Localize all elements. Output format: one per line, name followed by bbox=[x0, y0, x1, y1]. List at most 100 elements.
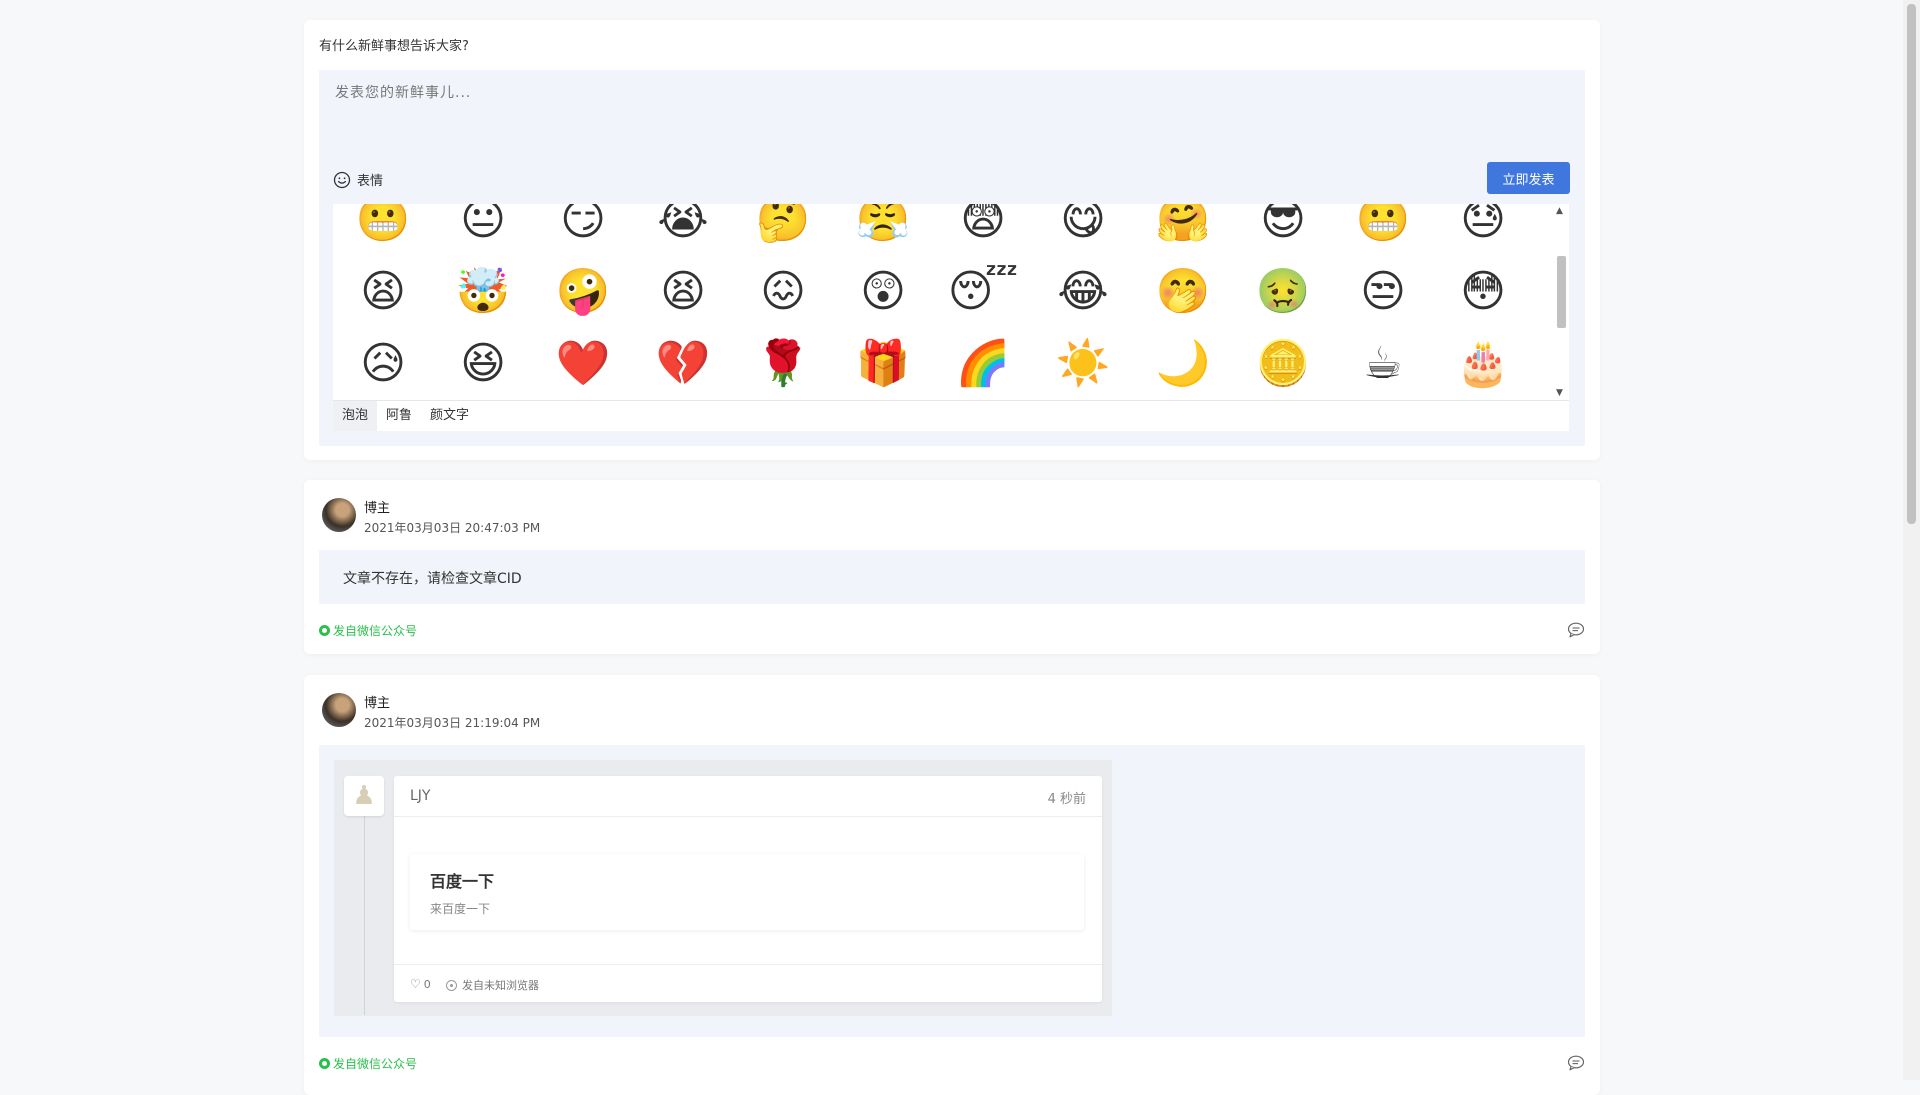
emoji-item[interactable]: 🤢 bbox=[1233, 256, 1333, 328]
emoji-glyph: 🌙 bbox=[1155, 338, 1211, 389]
emoji-item[interactable]: 🌈 bbox=[933, 328, 1033, 400]
emoji-item[interactable]: 🤗 bbox=[1133, 204, 1233, 256]
quote-avatar[interactable]: ♟ bbox=[344, 776, 384, 816]
emoji-glyph: 😫 bbox=[660, 266, 706, 317]
browser-icon bbox=[446, 979, 457, 991]
post-source-label: 发自微信公众号 bbox=[333, 624, 418, 638]
link-card[interactable]: 百度一下 来百度一下 bbox=[410, 854, 1084, 930]
emoji-item[interactable]: 💔 bbox=[633, 328, 733, 400]
emoji-glyph: 😭 bbox=[657, 204, 709, 245]
emoji-item[interactable]: 😬 bbox=[333, 204, 433, 256]
emoji-item[interactable]: 😲 bbox=[833, 256, 933, 328]
emoji-item[interactable]: 😓 bbox=[1433, 204, 1533, 256]
emoji-item[interactable]: 😖 bbox=[733, 256, 833, 328]
emoji-toggle-label: 表情 bbox=[357, 174, 384, 189]
scroll-down-arrow-icon[interactable]: ▼ bbox=[1556, 388, 1563, 398]
emoji-item[interactable]: 😋 bbox=[1033, 204, 1133, 256]
emoji-glyph: 😆 bbox=[460, 338, 506, 389]
emoji-item[interactable]: 🎁 bbox=[833, 328, 933, 400]
emoji-glyph: 😤 bbox=[855, 204, 911, 245]
emoji-glyph: 😖 bbox=[760, 266, 806, 317]
post-card: 博主 2021年03月03日 20:47:03 PM 文章不存在，请检查文章CI… bbox=[304, 480, 1600, 654]
publish-button[interactable]: 立即发表 bbox=[1487, 162, 1570, 194]
like-button[interactable]: ♡ 0 bbox=[410, 977, 431, 991]
emoji-item[interactable]: 😐 bbox=[433, 204, 533, 256]
emoji-glyph: 😒 bbox=[1360, 266, 1406, 317]
emoji-item[interactable]: ☀️ bbox=[1033, 328, 1133, 400]
page-scrollbar[interactable] bbox=[1903, 0, 1920, 1080]
tab-alu[interactable]: 阿鲁 bbox=[377, 401, 421, 431]
emoji-glyph: 😲 bbox=[860, 266, 906, 317]
wechat-icon bbox=[319, 1058, 330, 1069]
emoji-item[interactable]: 😫 bbox=[333, 256, 433, 328]
emoji-glyph: 😬 bbox=[1355, 204, 1411, 245]
emoji-item[interactable]: 🤪 bbox=[533, 256, 633, 328]
emoji-item[interactable]: 😬 bbox=[1333, 204, 1433, 256]
emoji-item[interactable]: ❤️ bbox=[533, 328, 633, 400]
emoji-glyph: 💔 bbox=[655, 338, 711, 389]
emoji-panel-scrollbar[interactable]: ▲ ▼ bbox=[1553, 204, 1569, 400]
emoji-item[interactable]: 😨 bbox=[933, 204, 1033, 256]
emoji-glyph: 🤭 bbox=[1155, 266, 1211, 317]
emoji-item[interactable]: 🎂 bbox=[1433, 328, 1533, 400]
emoji-item[interactable]: 🌹 bbox=[733, 328, 833, 400]
post-source[interactable]: 发自微信公众号 bbox=[319, 1055, 417, 1072]
post-author: 博主 bbox=[364, 501, 391, 516]
emoji-tabs: 泡泡 阿鲁 颜文字 bbox=[333, 400, 1569, 431]
post-body: ♟ LJY 4 秒前 百度一下 来百度一下 ♡ 0 发自未知浏览器 bbox=[319, 745, 1585, 1037]
emoji-scroll-thumb[interactable] bbox=[1557, 256, 1566, 328]
emoji-item[interactable]: 😳 bbox=[1433, 256, 1533, 328]
emoji-item[interactable]: 😤 bbox=[833, 204, 933, 256]
emoji-item[interactable]: 😂 bbox=[1033, 256, 1133, 328]
emoji-grid: 😬 😐 😏 😭 🤔 😤 😨 😋 🤗 😎 😬 😓 😫 🤯 🤪 😫 😖 😲 😴 😂 🤭 🤢 😒 😳 😥 😆 ❤️ 💔 🌹 🎁 🌈 ☀️ 🌙 🪙 ☕ 🎂 bbox=[333, 204, 1549, 400]
quote-rail bbox=[364, 805, 365, 1015]
emoji-item[interactable]: 🤭 bbox=[1133, 256, 1233, 328]
emoji-glyph: ☀️ bbox=[1055, 338, 1111, 389]
emoji-item[interactable]: 😥 bbox=[333, 328, 433, 400]
emoji-glyph: 🪙 bbox=[1255, 338, 1311, 389]
emoji-glyph: ❤️ bbox=[555, 338, 611, 389]
emoji-glyph: 🤗 bbox=[1155, 204, 1211, 245]
tab-paopao[interactable]: 泡泡 bbox=[333, 401, 378, 431]
like-count: 0 bbox=[423, 977, 431, 991]
emoji-item[interactable]: 🌙 bbox=[1133, 328, 1233, 400]
scroll-up-arrow-icon[interactable]: ▲ bbox=[1556, 206, 1563, 216]
emoji-item[interactable]: 😆 bbox=[433, 328, 533, 400]
post-card: 博主 2021年03月03日 21:19:04 PM ♟ LJY 4 秒前 百度… bbox=[304, 675, 1600, 1095]
emoji-item[interactable]: 😭 bbox=[633, 204, 733, 256]
emoji-glyph: 😥 bbox=[360, 338, 406, 389]
emoji-glyph: 😎 bbox=[1260, 204, 1306, 245]
emoji-item[interactable]: 😴 bbox=[933, 256, 1033, 328]
post-input[interactable] bbox=[333, 80, 1567, 154]
quoted-comment: ♟ LJY 4 秒前 百度一下 来百度一下 ♡ 0 发自未知浏览器 bbox=[334, 760, 1112, 1016]
comment-icon[interactable] bbox=[1567, 1055, 1585, 1071]
quote-author[interactable]: LJY bbox=[410, 788, 430, 804]
emoji-glyph: ☕ bbox=[1363, 338, 1403, 389]
composer-area: 表情 立即发表 😬 😐 😏 😭 🤔 😤 😨 😋 🤗 😎 😬 😓 😫 🤯 🤪 😫 😖 😲 😴 😂 🤭 🤢 😒 😳 😥 😆 ❤️ 💔 🌹 🎁 🌈… bbox=[319, 70, 1585, 446]
post-text: 文章不存在，请检查文章CID bbox=[343, 571, 522, 587]
emoji-glyph: 😐 bbox=[460, 204, 506, 245]
emoji-glyph: 😬 bbox=[355, 204, 411, 245]
tab-kaomoji[interactable]: 颜文字 bbox=[421, 401, 478, 431]
quote-browser: 发自未知浏览器 bbox=[446, 977, 539, 993]
composer-card: 有什么新鲜事想告诉大家? 表情 立即发表 😬 😐 😏 😭 🤔 😤 😨 😋 🤗 😎 😬 😓 😫 🤯 🤪 😫 😖 😲 😴… bbox=[304, 20, 1600, 460]
page-scroll-thumb[interactable] bbox=[1907, 4, 1916, 524]
emoji-item[interactable]: 😎 bbox=[1233, 204, 1333, 256]
emoji-item[interactable]: 😒 bbox=[1333, 256, 1433, 328]
emoji-item[interactable]: 😫 bbox=[633, 256, 733, 328]
emoji-glyph: 😓 bbox=[1460, 204, 1506, 245]
comment-icon[interactable] bbox=[1567, 622, 1585, 638]
emoji-item[interactable]: 🤯 bbox=[433, 256, 533, 328]
heart-icon: ♡ bbox=[410, 977, 421, 991]
avatar[interactable] bbox=[322, 693, 356, 727]
avatar[interactable] bbox=[322, 498, 356, 532]
link-title: 百度一下 bbox=[430, 872, 495, 891]
emoji-item[interactable]: 🤔 bbox=[733, 204, 833, 256]
emoji-item[interactable]: ☕ bbox=[1333, 328, 1433, 400]
emoji-item[interactable]: 🪙 bbox=[1233, 328, 1333, 400]
composer-title: 有什么新鲜事想告诉大家? bbox=[319, 39, 469, 54]
emoji-item[interactable]: 😏 bbox=[533, 204, 633, 256]
post-time: 2021年03月03日 20:47:03 PM bbox=[364, 521, 541, 535]
post-source[interactable]: 发自微信公众号 bbox=[319, 622, 417, 639]
emoji-toggle[interactable]: 表情 bbox=[333, 170, 383, 189]
